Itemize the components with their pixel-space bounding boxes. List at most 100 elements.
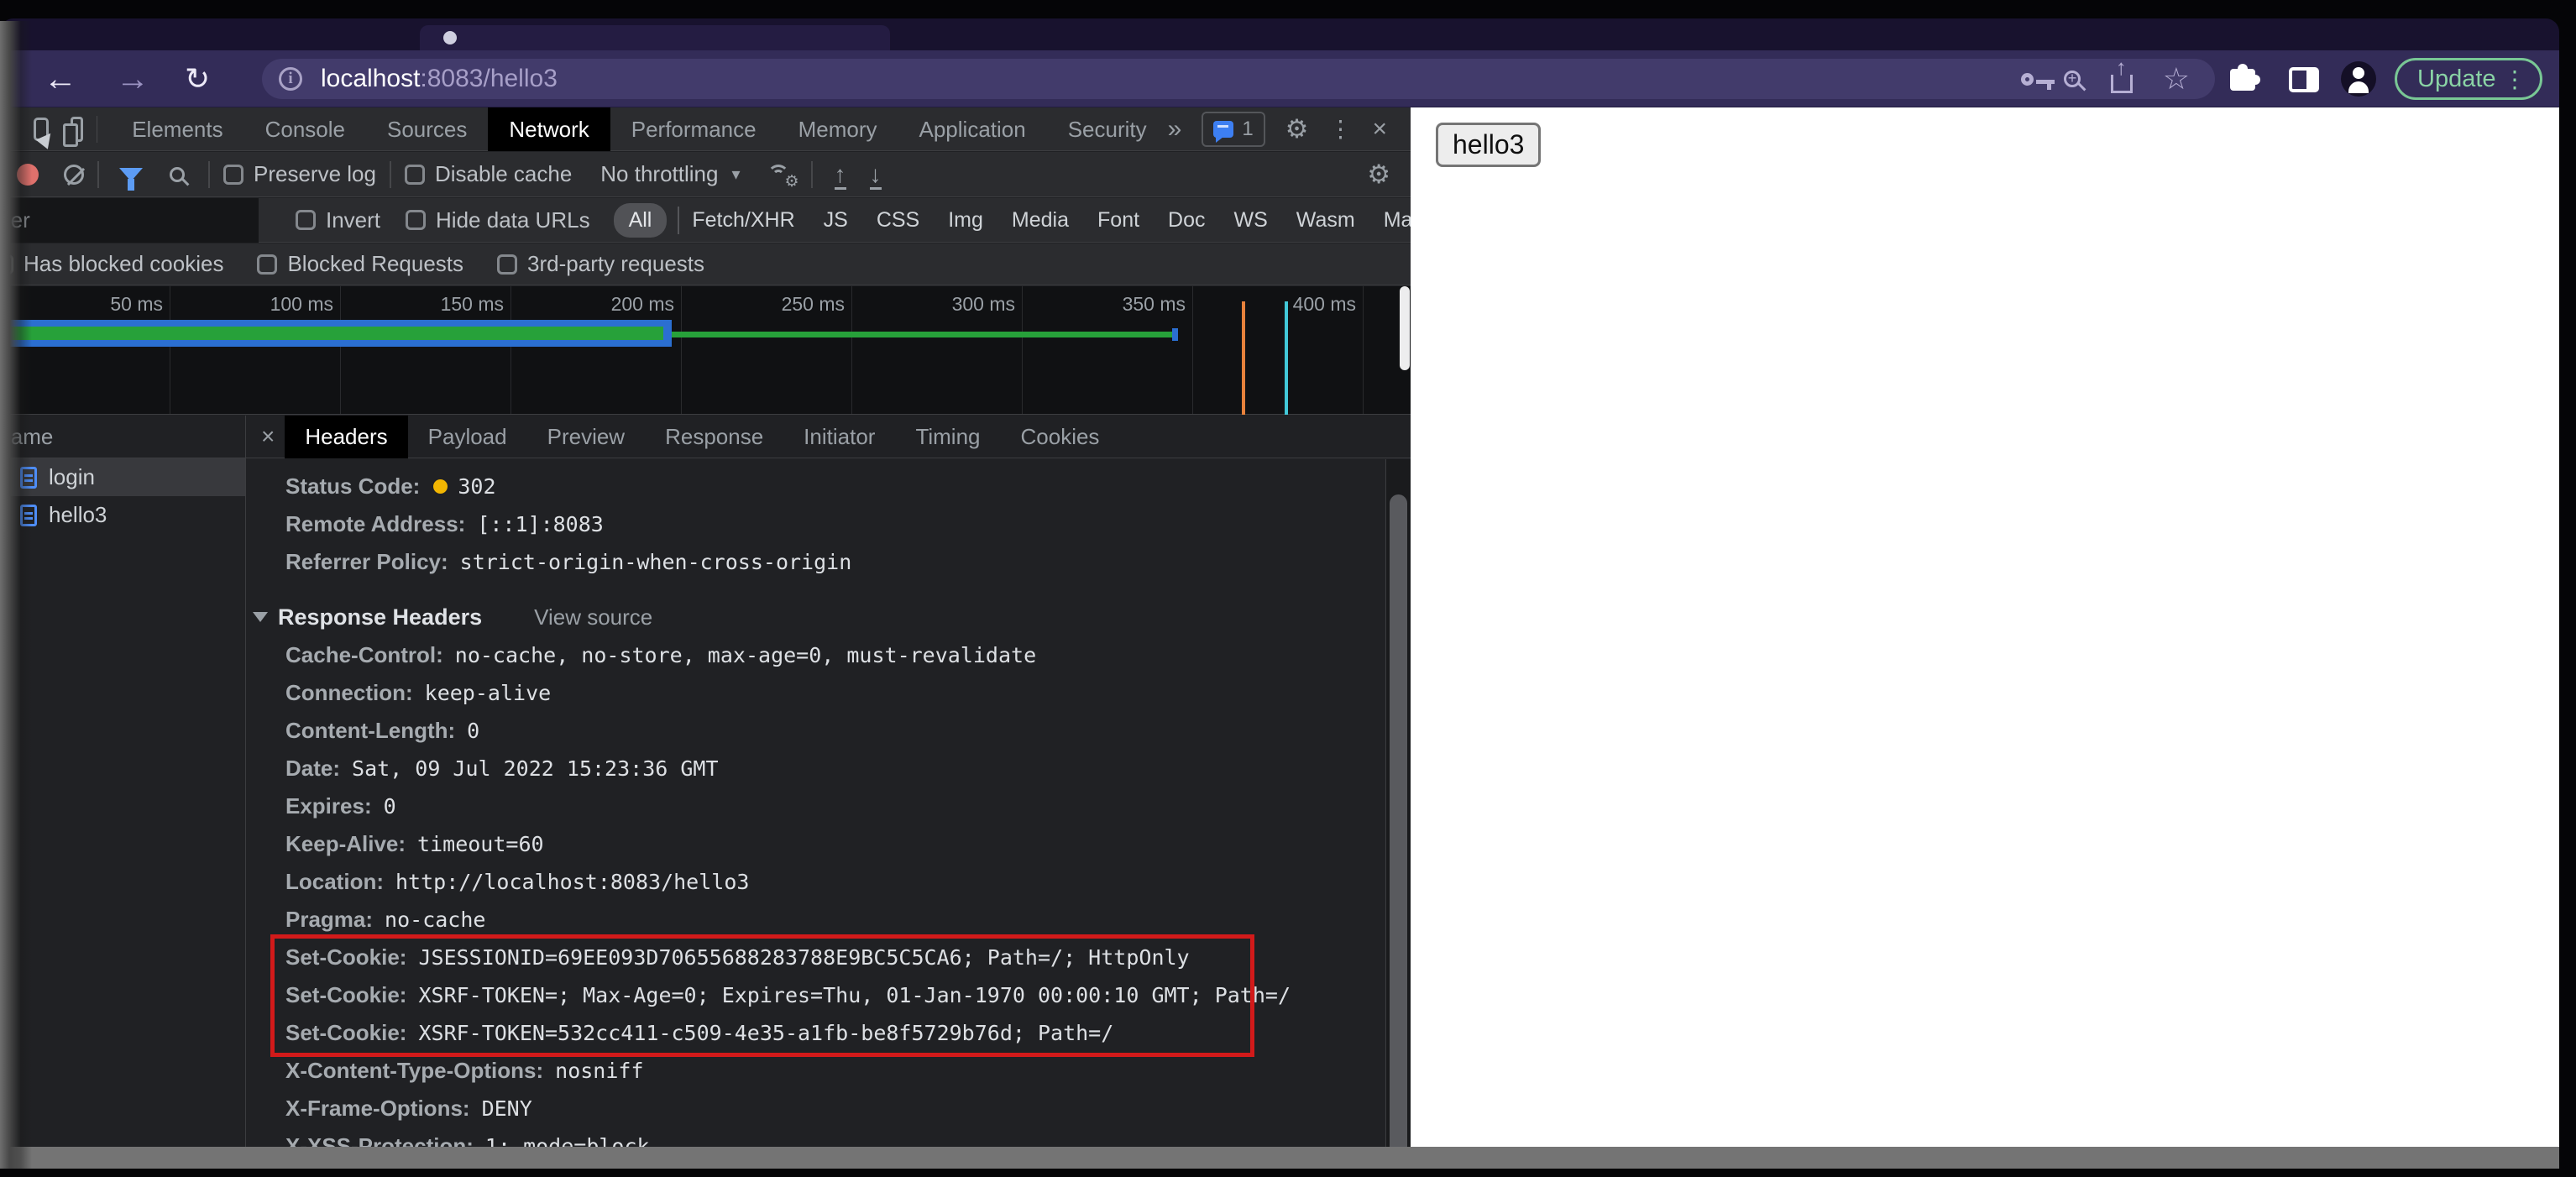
header-value: keep-alive	[424, 681, 552, 705]
timeline-tick: 350 ms	[1023, 286, 1193, 414]
type-chip[interactable]: Media	[1008, 203, 1072, 238]
reload-icon[interactable]	[185, 50, 210, 107]
response-headers-section-header[interactable]: Response Headers View source	[246, 598, 1411, 636]
timeline-ticks: 50 ms 100 ms 150 ms 200 ms 250 ms 300 ms 350 m…	[0, 286, 1411, 414]
detail-tab[interactable]: Initiator	[783, 416, 895, 458]
network-settings-gear-icon[interactable]	[1367, 161, 1390, 187]
header-name: Referrer Policy:	[285, 549, 448, 574]
record-icon[interactable]	[17, 163, 39, 186]
inspect-element-icon[interactable]	[34, 117, 49, 141]
devtools-tab[interactable]: Security	[1047, 107, 1168, 151]
filter-funnel-icon[interactable]	[119, 167, 143, 191]
bookmark-star-icon[interactable]	[2163, 64, 2190, 94]
device-toolbar-icon[interactable]	[62, 116, 84, 147]
header-value: nosniff	[555, 1059, 644, 1083]
blocked-filter[interactable]: 3rd-party requests	[497, 251, 704, 277]
type-chip[interactable]: JS	[820, 203, 851, 238]
filter-input[interactable]	[0, 197, 259, 243]
disclosure-triangle-icon[interactable]	[253, 612, 268, 622]
detail-tab[interactable]: Timing	[895, 416, 1000, 458]
preserve-log-checkbox[interactable]	[223, 164, 243, 185]
avatar[interactable]	[2341, 61, 2376, 97]
chevron-down-icon[interactable]	[731, 164, 740, 185]
section-title: Response Headers	[278, 604, 483, 630]
devtools-tab[interactable]: Application	[898, 107, 1047, 151]
response-header-row: Keep-Alive: timeout=60	[246, 825, 1411, 863]
side-panel-icon[interactable]	[2289, 67, 2319, 92]
devtools-close-icon[interactable]	[1372, 115, 1387, 144]
settings-gear-icon[interactable]	[1285, 116, 1309, 142]
issues-badge[interactable]: 1	[1202, 111, 1265, 147]
request-type-chips: AllFetch/XHRJSCSSImgMediaFontDocWSWasmMa…	[613, 202, 1547, 238]
devtools-tab[interactable]: Performance	[610, 107, 778, 151]
type-chip[interactable]: All	[613, 202, 680, 238]
devtools-tab[interactable]: Console	[244, 107, 366, 151]
blocked-filters-row: Has blocked cookies Blocked Requests 3rd…	[0, 243, 1411, 285]
hello3-button[interactable]: hello3	[1436, 123, 1542, 167]
detail-tab[interactable]: Headers	[285, 415, 408, 458]
devtools-tab[interactable]: Elements	[111, 107, 243, 151]
detail-scrollbar-thumb[interactable]	[1390, 494, 1407, 1147]
devtools-tab[interactable]: Sources	[366, 107, 488, 151]
zoom-icon[interactable]	[2063, 70, 2081, 87]
page-content: hello3	[1411, 107, 2559, 1147]
request-row[interactable]: login	[0, 458, 245, 496]
waterfall-bar-hello3[interactable]	[672, 332, 1174, 337]
request-list-header[interactable]: Name	[0, 416, 245, 458]
browser-tab[interactable]	[420, 25, 890, 50]
type-chip[interactable]: Img	[945, 203, 987, 238]
response-headers-list: Cache-Control: no-cache, no-store, max-a…	[246, 636, 1411, 1147]
timeline-tick: 100 ms	[170, 286, 341, 414]
overview-scrollbar-thumb[interactable]	[1400, 286, 1410, 370]
type-chip[interactable]: Font	[1094, 203, 1143, 238]
clear-icon[interactable]	[64, 164, 84, 185]
blocked-filter-checkbox[interactable]	[0, 254, 13, 275]
general-row: Referrer Policy: strict-origin-when-cros…	[246, 543, 1411, 581]
status-dot	[433, 479, 448, 494]
blocked-filter-label: 3rd-party requests	[527, 251, 705, 276]
type-chip[interactable]: Doc	[1165, 203, 1208, 238]
devtools-kebab-icon[interactable]	[1328, 115, 1352, 143]
update-button[interactable]: Update	[2395, 58, 2542, 100]
blocked-filter-checkbox[interactable]	[497, 254, 518, 275]
blocked-filter-checkbox[interactable]	[257, 254, 278, 275]
devtools-tab[interactable]: Network	[488, 107, 610, 151]
search-icon[interactable]	[170, 166, 185, 182]
type-chip[interactable]: WS	[1231, 203, 1271, 238]
devtools-tab[interactable]: Memory	[778, 107, 898, 151]
dom-content-loaded-marker	[1242, 301, 1245, 415]
header-name: Date:	[285, 756, 341, 781]
more-tabs-icon[interactable]	[1168, 115, 1182, 144]
network-conditions-icon[interactable]	[766, 161, 798, 188]
header-name: Expires:	[285, 793, 372, 819]
detail-tab[interactable]: Response	[645, 416, 783, 458]
kebab-menu-icon[interactable]	[2503, 65, 2526, 93]
header-name: X-Frame-Options:	[285, 1096, 470, 1121]
type-chip[interactable]: CSS	[873, 203, 923, 238]
key-icon[interactable]	[2020, 72, 2055, 90]
detail-close-icon[interactable]	[261, 423, 275, 450]
extensions-puzzle-icon[interactable]	[2230, 64, 2260, 91]
back-icon[interactable]	[44, 50, 77, 107]
invert-checkbox[interactable]	[296, 210, 316, 230]
import-har-icon[interactable]	[834, 163, 846, 190]
throttling-select[interactable]: No throttling	[600, 161, 718, 187]
view-source-link[interactable]: View source	[534, 604, 652, 630]
address-bar[interactable]: localhost :8083/hello3	[262, 56, 2215, 99]
detail-scrollbar[interactable]	[1385, 459, 1411, 1147]
request-row[interactable]: hello3	[0, 496, 245, 534]
type-chip[interactable]: Wasm	[1293, 203, 1359, 238]
page-info-icon[interactable]	[279, 67, 302, 91]
share-icon[interactable]	[2110, 56, 2133, 93]
detail-tab[interactable]: Cookies	[1001, 416, 1120, 458]
forward-icon[interactable]	[116, 50, 149, 107]
detail-tab[interactable]: Preview	[527, 416, 645, 458]
header-name: X-Content-Type-Options:	[285, 1058, 544, 1083]
hide-data-urls-checkbox[interactable]	[406, 210, 427, 230]
export-har-icon[interactable]	[869, 163, 882, 190]
blocked-filter[interactable]: Blocked Requests	[257, 251, 463, 277]
disable-cache-checkbox[interactable]	[404, 164, 425, 185]
blocked-filter[interactable]: Has blocked cookies	[0, 251, 223, 277]
detail-tab[interactable]: Payload	[408, 416, 527, 458]
type-chip[interactable]: Fetch/XHR	[689, 203, 798, 238]
